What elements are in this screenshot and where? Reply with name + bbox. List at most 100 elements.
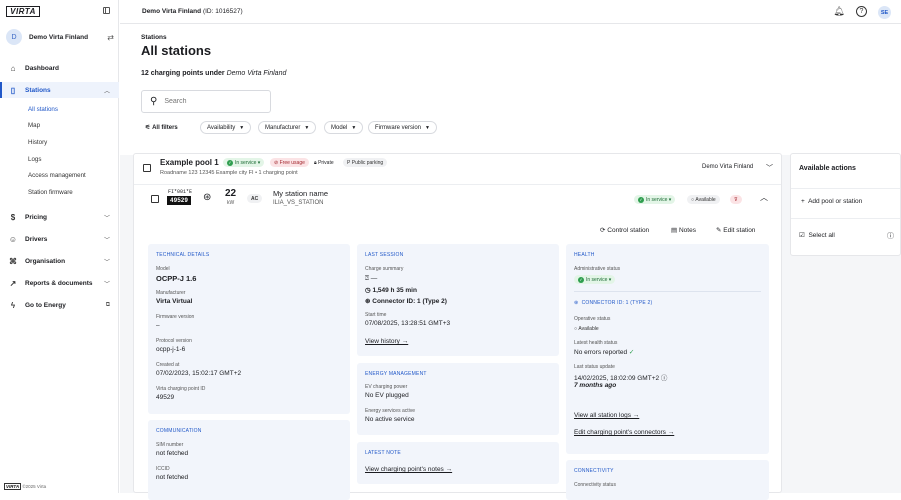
energy-value: ⍰ — — [365, 275, 377, 283]
view-logs-link[interactable]: View all station logs → — [574, 412, 639, 419]
free-usage-badge: ⊘ Free usage — [270, 158, 309, 167]
field-label: Operative status — [574, 316, 611, 322]
pool-checkbox[interactable] — [143, 164, 151, 172]
field-label: Energy services active — [365, 408, 416, 414]
filter-label: Manufacturer — [265, 124, 301, 131]
available-actions-panel: Available actions + Add pool or station … — [790, 153, 901, 256]
field-label: SIM number — [156, 442, 184, 448]
plus-icon: + — [801, 198, 805, 205]
badge-label: Free usage — [279, 159, 305, 166]
search-box[interactable]: ⚲ — [141, 90, 271, 113]
field-label: Created at — [156, 362, 180, 368]
sub-all-stations[interactable]: All stations — [28, 106, 58, 113]
nav-drivers[interactable]: ☺ Drivers ﹀ — [0, 231, 119, 247]
control-station-button[interactable]: ⟳ Control station — [600, 226, 649, 234]
nav-reports[interactable]: ↗ Reports & documents ﹀ — [0, 275, 119, 291]
org-avatar: D — [6, 29, 22, 45]
pool-name[interactable]: Example pool 1 — [160, 158, 219, 167]
filter-icon: ⚟ — [145, 125, 151, 131]
organisation-switcher[interactable]: D Demo Virta Finland ⇄ — [6, 28, 114, 46]
duration-text: 1,549 h 35 min — [372, 287, 417, 294]
info-icon[interactable]: ⓘ — [887, 231, 894, 241]
breadcrumb[interactable]: Stations — [141, 34, 167, 41]
sim-value: not fetched — [156, 450, 189, 457]
nav-dashboard[interactable]: ⌂ Dashboard — [0, 60, 119, 76]
search-input[interactable] — [164, 98, 255, 105]
field-label: Charge summary — [365, 266, 404, 272]
pricing-icon: $ — [10, 212, 16, 222]
panel-header: COMMUNICATION — [156, 428, 202, 434]
view-history-link[interactable]: View history → — [365, 338, 408, 345]
admin-status-badge[interactable]: ✓ In service ▾ — [574, 275, 616, 284]
add-pool-button[interactable]: + Add pool or station — [801, 198, 862, 205]
check-icon: ✓ — [227, 159, 233, 166]
edit-connectors-link[interactable]: Edit charging point's connectors → — [574, 429, 674, 436]
panel-header: ENERGY MANAGEMENT — [365, 371, 427, 377]
nav-stations[interactable]: ▯ Stations ︿ — [0, 82, 119, 98]
nav-go-to-energy[interactable]: ϟ Go to Energy ⧉ — [0, 297, 119, 313]
button-label: Select all — [808, 232, 835, 239]
copyright: ©2025 Virta — [22, 484, 47, 489]
organisation-icon: ⌘ — [9, 256, 17, 266]
sub-access-management[interactable]: Access management — [28, 172, 86, 179]
filter-availability[interactable]: Availability ▼ — [200, 121, 252, 134]
notes-button[interactable]: ▤ Notes — [671, 226, 696, 234]
chevron-up-icon[interactable]: ︿ — [760, 192, 768, 203]
station-checkbox[interactable] — [151, 195, 159, 203]
cpid-value: 49529 — [156, 394, 175, 401]
filter-model[interactable]: Model ▼ — [324, 121, 364, 134]
select-all-button[interactable]: ☑ Select all — [799, 231, 835, 239]
badge-label: In service — [235, 159, 257, 166]
help-icon[interactable]: ? — [856, 6, 867, 17]
charging-point-count: 12 charging points under Demo Virta Finl… — [141, 70, 286, 77]
caret-down-icon: ▼ — [239, 124, 245, 131]
sub-history[interactable]: History — [28, 139, 47, 146]
bell-icon[interactable]: 🔔︎ — [833, 6, 845, 18]
connector-value: ⊛ Connector ID: 1 (Type 2) — [365, 297, 447, 305]
edit-station-button[interactable]: ✎ Edit station — [716, 226, 755, 234]
sub-logs[interactable]: Logs — [28, 156, 41, 163]
station-name[interactable]: My station name — [273, 189, 328, 198]
sub-station-firmware[interactable]: Station firmware — [28, 189, 73, 196]
all-filters-button[interactable]: ⚟ All filters — [139, 121, 184, 134]
badge-label: Public parking — [351, 159, 384, 166]
count-org: Demo Virta Finland — [226, 70, 287, 77]
search-icon: ⚲ — [150, 96, 158, 107]
switch-icon[interactable]: ⇄ — [107, 33, 114, 42]
view-notes-link[interactable]: View charging point's notes → — [365, 466, 452, 473]
circle-icon: ○ — [691, 196, 695, 203]
field-label: Administrative status — [574, 266, 621, 272]
user-avatar[interactable]: SE — [878, 6, 891, 19]
nav-label: Drivers — [25, 235, 48, 243]
pool-status-badge[interactable]: ✓ In service ▾ — [223, 158, 265, 167]
topbar-org: Demo Virta Finland — [142, 8, 202, 15]
no-price-icon: ⊘ — [274, 159, 279, 166]
panel-header: LATEST NOTE — [365, 450, 401, 456]
chevron-down-icon[interactable]: ﹀ — [766, 163, 773, 173]
pool-owner: Demo Virta Finland — [702, 164, 754, 170]
filter-manufacturer[interactable]: Manufacturer ▼ — [258, 121, 317, 134]
station-status-badge[interactable]: ✓ In service ▾ — [634, 195, 676, 204]
nav-organisation[interactable]: ⌘ Organisation ﹀ — [0, 253, 119, 269]
manufacturer-value: Virta Virtual — [156, 298, 193, 305]
nav-label: Pricing — [25, 213, 48, 221]
dashboard-icon: ⌂ — [10, 63, 16, 73]
info-icon[interactable]: ⓘ — [661, 375, 668, 382]
connectivity-panel: CONNECTIVITY Connectivity status — [566, 460, 769, 500]
filter-firmware[interactable]: Firmware version ▼ — [368, 121, 437, 134]
technical-details-panel: TECHNICAL DETAILS Model OCPP-J 1.6 Manuf… — [148, 244, 350, 414]
virta-logo[interactable]: VIRTA — [6, 6, 40, 17]
nav-label: Reports & documents — [25, 279, 93, 287]
field-label: ICCID — [156, 466, 170, 472]
main-area: Demo Virta Finland (ID: 1016527) 🔔︎ ? SE… — [120, 0, 901, 500]
field-label: EV charging power — [365, 384, 408, 390]
parking-badge: P Public parking — [343, 158, 388, 167]
connector-text: Connector ID: 1 (Type 2) — [372, 298, 447, 305]
chevron-down-icon: ﹀ — [103, 259, 110, 266]
button-label: Edit station — [723, 227, 756, 234]
sub-map[interactable]: Map — [28, 122, 40, 129]
badge-label: In service — [646, 196, 668, 203]
nav-pricing[interactable]: $ Pricing ﹀ — [0, 209, 119, 225]
control-icon: ⟳ — [600, 227, 606, 234]
collapse-sidebar-icon[interactable] — [103, 7, 110, 14]
